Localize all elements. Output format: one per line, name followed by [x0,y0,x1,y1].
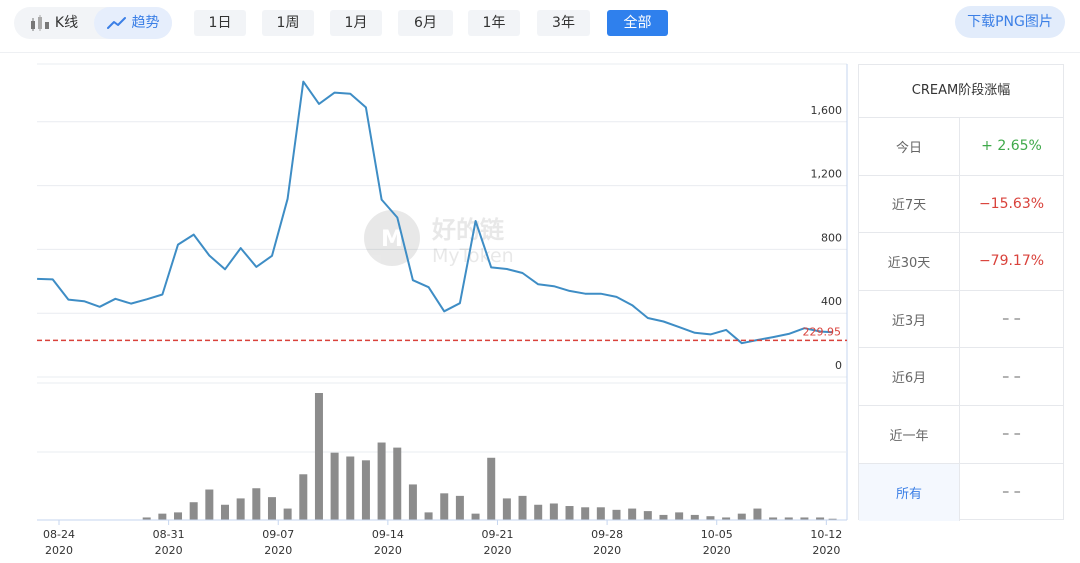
y-tick-label: 0 [835,359,842,372]
volume-bar [283,508,292,520]
volume-bar [753,508,762,520]
row-label: 今日 [859,118,960,175]
volume-bar [236,498,245,520]
volume-bar [314,393,323,520]
x-tick-year: 2020 [812,544,840,557]
y-tick-label: 800 [821,231,842,244]
row-label: 近6月 [859,348,960,405]
x-tick-date: 09-21 [481,528,513,541]
volume-bar [346,456,355,520]
volume-bar [189,502,198,520]
x-tick-year: 2020 [374,544,402,557]
volume-bar [737,513,746,520]
volume-bar [534,504,543,520]
volume-bar [455,495,464,520]
row-label: 所有 [859,463,960,522]
x-tick-date: 08-31 [153,528,185,541]
volume-bar [518,495,527,520]
download-png-button[interactable]: 下载PNG图片 [955,6,1065,38]
volume-bars [142,393,837,520]
watermark-en: MyToken [432,245,514,267]
volume-bar [361,460,370,520]
row-label: 近30天 [859,233,960,290]
row-label: 近3月 [859,290,960,348]
x-tick-year: 2020 [703,544,731,557]
row-label: 近7天 [859,175,960,233]
x-tick-date: 09-14 [372,528,404,541]
x-axis: 08-24 2020 08-31 2020 09-07 2020 09-14 2020 09-2… [43,520,842,557]
panel-row-all[interactable]: 所有 – – [859,463,1063,522]
volume-bar [690,514,699,520]
panel-row-3m[interactable]: 近3月 – – [859,290,1063,349]
volume-bar [377,442,386,520]
watermark-cn: 好的链 [431,216,505,244]
volume-bar [612,509,621,520]
panel-row-today[interactable]: 今日 + 2.65% [859,118,1063,176]
volume-bar [502,498,511,520]
row-value: + 2.65% [981,138,1042,155]
volume-bar [675,512,684,520]
volume-bar [487,457,496,520]
volume-bar [424,512,433,520]
row-value: – – [1002,426,1021,443]
x-tick-year: 2020 [593,544,621,557]
panel-row-7d[interactable]: 近7天 −15.63% [859,175,1063,234]
panel-title: CREAM阶段涨幅 [859,65,1063,118]
volume-bar [628,508,637,520]
volume-bar [581,507,590,520]
row-value: – – [1002,311,1021,328]
current-price-label: 229.95 [803,325,842,338]
panel-row-30d[interactable]: 近30天 −79.17% [859,233,1063,291]
price-line [37,80,833,345]
volume-grid [37,382,847,453]
volume-bar [408,484,417,520]
volume-bar [220,504,229,520]
volume-bar [440,493,449,520]
volume-bar [471,513,480,520]
y-tick-label: 400 [821,295,842,308]
x-tick-year: 2020 [483,544,511,557]
row-value: −79.17% [978,253,1045,270]
row-value: – – [1002,368,1021,385]
panel-row-1y[interactable]: 近一年 – – [859,405,1063,464]
row-value: −15.63% [978,195,1045,212]
x-tick-date: 09-07 [262,528,294,541]
x-tick-date: 10-12 [810,528,842,541]
volume-bar [174,512,183,520]
row-value: – – [1002,484,1021,501]
y-tick-label: 1,600 [811,104,843,117]
volume-bar [267,497,276,520]
price-volume-chart: M 好的链 MyToken 0 400 800 1,200 1,600 229.95 0… [37,63,848,557]
volume-bar [706,516,715,520]
volume-bar [596,507,605,520]
x-tick-date: 10-05 [701,528,733,541]
volume-bar [299,474,308,520]
volume-bar [393,447,402,520]
volume-bar [205,489,214,520]
volume-bar [549,503,558,520]
row-label: 近一年 [859,405,960,463]
panel-row-6m[interactable]: 近6月 – – [859,348,1063,406]
stage-change-panel: CREAM阶段涨幅 今日 + 2.65% 近7天 −15.63% 近30天 −7… [858,64,1064,522]
volume-bar [252,488,261,520]
x-tick-year: 2020 [264,544,292,557]
x-tick-year: 2020 [155,544,183,557]
x-tick-date: 08-24 [43,528,75,541]
volume-bar [565,506,574,520]
x-tick-year: 2020 [45,544,73,557]
watermark: M 好的链 MyToken [364,210,514,267]
y-tick-label: 1,200 [811,168,843,181]
x-tick-date: 09-28 [591,528,623,541]
volume-bar [659,514,668,520]
volume-bar [643,511,652,520]
volume-bar [330,452,339,520]
volume-bar [158,513,167,520]
